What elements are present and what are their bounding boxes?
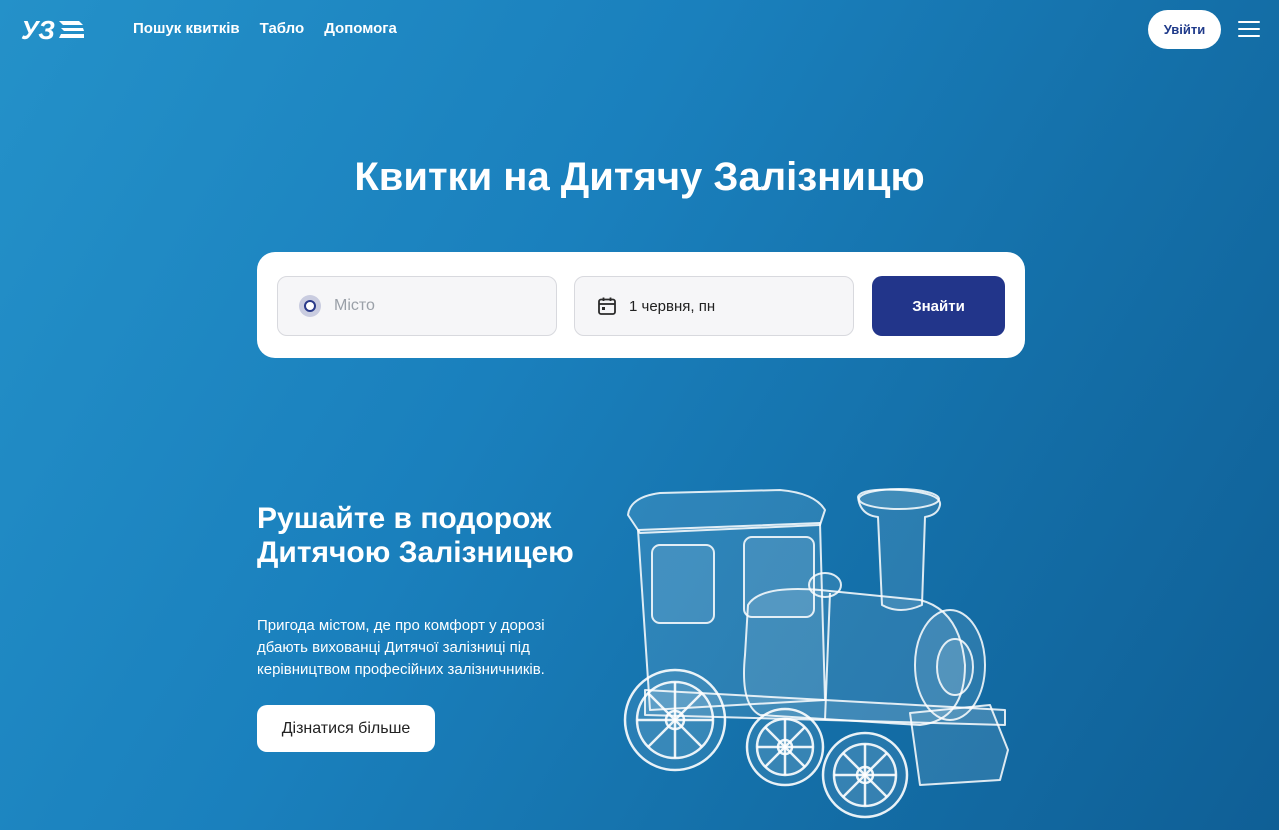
site-header: УЗ Пошук квитків Табло Допомога Увійти [0, 0, 1279, 60]
city-input[interactable] [332, 296, 536, 316]
login-button[interactable]: Увійти [1148, 10, 1221, 49]
location-dot-icon [299, 295, 321, 317]
date-value: 1 червня, пн [629, 297, 716, 315]
date-field[interactable]: 1 червня, пн [574, 276, 854, 336]
page-title: Квитки на Дитячу Залізницю [354, 155, 925, 199]
main-nav: Пошук квитків Табло Допомога [133, 20, 397, 37]
logo-text: УЗ [21, 15, 55, 43]
city-field[interactable] [277, 276, 557, 336]
promo-title: Рушайте в подорож Дитячою Залізницею [257, 502, 574, 569]
find-button[interactable]: Знайти [872, 276, 1005, 336]
learn-more-button[interactable]: Дізнатися більше [257, 705, 435, 752]
search-form: 1 червня, пн Знайти [257, 252, 1025, 358]
hamburger-menu-icon[interactable] [1238, 21, 1260, 39]
glass-toy-train-image [623, 488, 1009, 819]
calendar-icon [598, 297, 616, 315]
nav-help[interactable]: Допомога [324, 20, 397, 37]
nav-timetable[interactable]: Табло [260, 20, 305, 37]
nav-ticket-search[interactable]: Пошук квитків [133, 20, 240, 37]
promo-description: Пригода містом, де про комфорт у дорозі … [257, 617, 545, 678]
uz-logo-icon[interactable]: УЗ [21, 15, 85, 43]
